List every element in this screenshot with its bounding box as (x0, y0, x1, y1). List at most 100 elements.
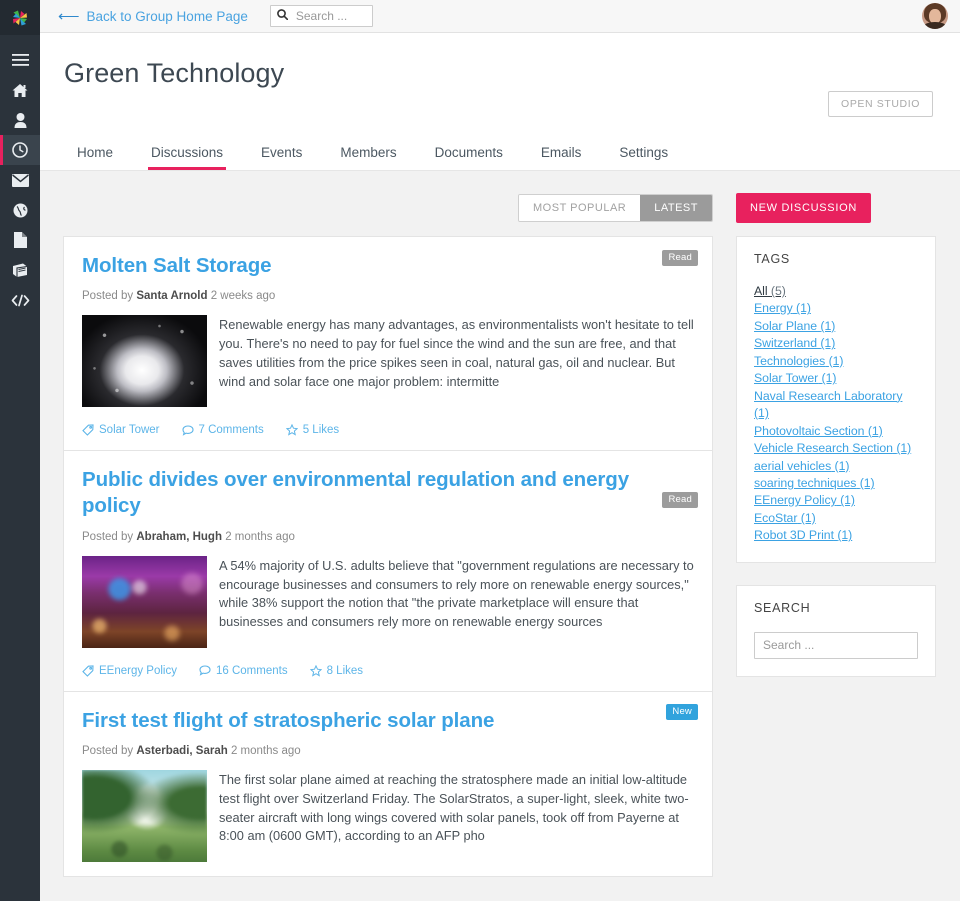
tag-filter-photovoltaic-section[interactable]: Photovoltaic Section (1) (754, 423, 918, 440)
post-title-link[interactable]: Public divides over environmental regula… (82, 467, 634, 519)
post-thumbnail[interactable] (82, 315, 207, 408)
sidebar-item-documents[interactable] (0, 225, 40, 255)
app-root: ⟵ Back to Group Home Page Green Technolo… (0, 0, 960, 901)
post-footer: EEnergy Policy 16 Comments 8 Likes (82, 664, 694, 677)
tab-members[interactable]: Members (321, 145, 415, 170)
group-tabs: Home Discussions Events Members Document… (40, 133, 960, 171)
sidebar-search-input[interactable] (754, 631, 918, 659)
tag-label: EcoStar (754, 510, 798, 525)
top-bar: ⟵ Back to Group Home Page (40, 0, 960, 33)
tags-widget-title: TAGS (754, 252, 790, 266)
tag-filter-vehicle-research-section[interactable]: Vehicle Research Section (1) (754, 440, 918, 457)
global-search-box[interactable] (269, 5, 373, 27)
post-excerpt: Renewable energy has many advantages, as… (219, 317, 694, 389)
post-tag-link[interactable]: EEnergy Policy (82, 665, 177, 677)
tag-count: (1) (834, 458, 850, 473)
post-likes-link[interactable]: 8 Likes (309, 664, 363, 677)
post-meta: Posted by Asterbadi, Sarah 2 months ago (82, 745, 694, 757)
post-comments-label: 16 Comments (215, 664, 288, 677)
tag-filter-soaring-techniques[interactable]: soaring techniques (1) (754, 475, 918, 492)
tab-events[interactable]: Events (242, 145, 321, 170)
sidebar-column: NEW DISCUSSION TAGS All (5) Energy (1) S… (736, 193, 936, 901)
tag-label: Technologies (754, 353, 826, 368)
discussion-list-column: MOST POPULAR LATEST Read Molten Salt Sto… (63, 193, 713, 901)
tag-filter-energy[interactable]: Energy (1) (754, 300, 918, 317)
tag-count: (1) (837, 528, 853, 543)
tag-label: aerial vehicles (754, 458, 832, 473)
post-meta: Posted by Abraham, Hugh 2 months ago (82, 531, 694, 543)
search-widget-title: SEARCH (754, 600, 811, 615)
post-title-link[interactable]: Molten Salt Storage (82, 253, 634, 279)
tag-filter-solar-tower[interactable]: Solar Tower (1) (754, 370, 918, 387)
tag-filter-solar-plane[interactable]: Solar Plane (1) (754, 318, 918, 335)
post-comments-link[interactable]: 16 Comments (199, 665, 288, 677)
tab-emails[interactable]: Emails (522, 145, 601, 170)
sidebar-item-home[interactable] (0, 75, 40, 105)
tag-filter-robot-3d-print[interactable]: Robot 3D Print (1) (754, 527, 918, 544)
global-search-input[interactable] (293, 8, 366, 24)
sidebar-item-library[interactable] (0, 255, 40, 285)
tag-label: Switzerland (754, 336, 818, 351)
post-tag-link[interactable]: Solar Tower (82, 424, 160, 436)
tag-filter-eenergy-policy[interactable]: EEnergy Policy (1) (754, 492, 918, 509)
tag-label: Robot 3D Print (754, 528, 834, 543)
sidebar-item-code[interactable] (0, 285, 40, 315)
back-link-label: Back to Group Home Page (86, 8, 248, 24)
tag-filter-switzerland[interactable]: Switzerland (1) (754, 335, 918, 352)
new-discussion-button[interactable]: NEW DISCUSSION (736, 193, 871, 223)
sidebar-item-activity[interactable] (0, 135, 40, 165)
star-icon (285, 424, 298, 436)
tag-filter-technologies[interactable]: Technologies (1) (754, 353, 918, 370)
tab-home[interactable]: Home (58, 145, 132, 170)
status-badge: New (666, 703, 698, 720)
clock-icon (12, 142, 28, 158)
tag-count: (1) (867, 423, 883, 438)
post-author: Asterbadi, Sarah (136, 744, 228, 757)
post-body: Renewable energy has many advantages, as… (82, 315, 694, 408)
tag-filter-aerial-vehicles[interactable]: aerial vehicles (1) (754, 458, 918, 475)
star-icon (309, 664, 322, 677)
post-body: The first solar plane aimed at reaching … (82, 769, 694, 862)
sidebar-item-menu[interactable] (0, 45, 40, 75)
comment-icon (181, 425, 194, 436)
sort-segmented-control: MOST POPULAR LATEST (518, 194, 713, 222)
tag-count: (1) (796, 301, 811, 316)
home-icon (12, 83, 28, 98)
status-badge: Read (662, 250, 698, 266)
sidebar-item-messages[interactable] (0, 165, 40, 195)
post-title-link[interactable]: First test flight of stratospheric solar… (82, 708, 634, 734)
post-likes-link[interactable]: 5 Likes (285, 424, 339, 436)
tag-label: Naval Research Laboratory (754, 388, 903, 403)
back-to-group-home-link[interactable]: ⟵ Back to Group Home Page (58, 9, 248, 24)
tag-label: Photovoltaic Section (754, 423, 865, 438)
tag-filter-ecostar[interactable]: EcoStar (1) (754, 510, 918, 527)
post-comments-link[interactable]: 7 Comments (181, 424, 264, 436)
post-time: 2 weeks ago (210, 290, 276, 303)
post-thumbnail[interactable] (82, 555, 207, 648)
arrow-left-icon: ⟵ (58, 7, 80, 25)
tag-filter-naval-research-laboratory[interactable]: Naval Research Laboratory (1) (754, 388, 918, 423)
discussion-post-card[interactable]: Read Public divides over environmental r… (63, 450, 713, 691)
tab-documents[interactable]: Documents (416, 145, 522, 170)
tab-settings[interactable]: Settings (600, 145, 687, 170)
sort-most-popular-button[interactable]: MOST POPULAR (519, 195, 641, 221)
tag-count: (1) (820, 318, 836, 333)
tab-discussions[interactable]: Discussions (132, 145, 242, 170)
open-studio-button[interactable]: OPEN STUDIO (828, 91, 933, 117)
discussion-post-card[interactable]: Read Molten Salt Storage Posted by Santa… (63, 236, 713, 451)
sidebar-item-profile[interactable] (0, 105, 40, 135)
new-discussion-bar: NEW DISCUSSION (736, 193, 936, 223)
pinwheel-logo[interactable] (0, 0, 40, 35)
sidebar-item-network[interactable] (0, 195, 40, 225)
posted-by-label: Posted by (82, 744, 134, 757)
tags-widget: TAGS All (5) Energy (1) Solar Plane (1) … (736, 236, 936, 563)
page-header: Green Technology OPEN STUDIO (40, 33, 960, 133)
posted-by-label: Posted by (82, 290, 134, 303)
avatar[interactable] (922, 3, 948, 29)
post-thumbnail[interactable] (82, 769, 207, 862)
sort-latest-button[interactable]: LATEST (640, 195, 712, 221)
tag-count: (1) (820, 336, 836, 351)
main-region: ⟵ Back to Group Home Page Green Technolo… (40, 0, 960, 901)
discussion-post-card[interactable]: New First test flight of stratospheric s… (63, 690, 713, 877)
tag-filter-all[interactable]: All (5) (754, 283, 918, 300)
